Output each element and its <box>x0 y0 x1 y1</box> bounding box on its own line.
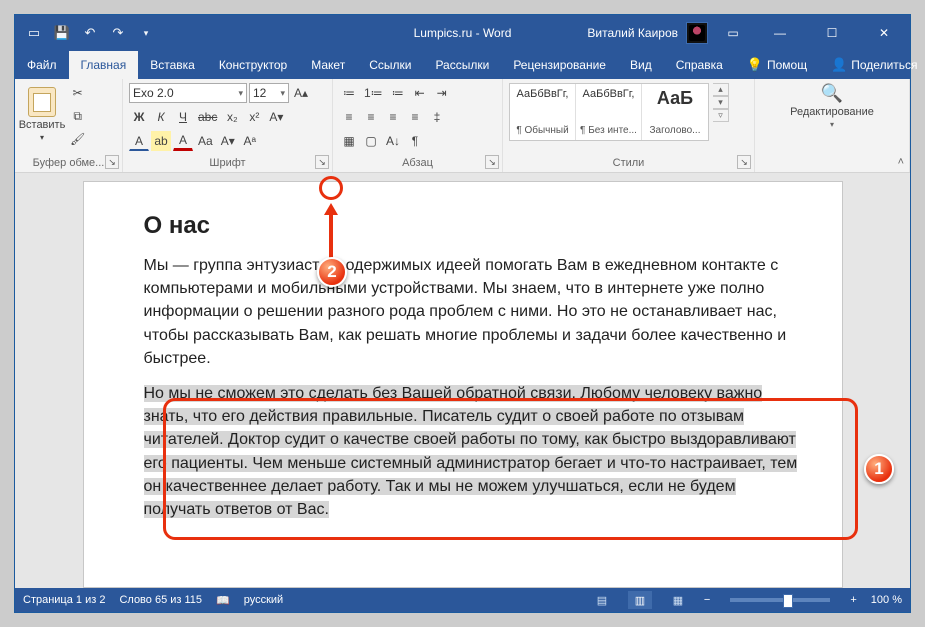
ribbon-tabs: Файл Главная Вставка Конструктор Макет С… <box>15 51 910 79</box>
paragraph-2-selected[interactable]: Но мы не сможем это сделать без Вашей об… <box>144 382 802 521</box>
tab-file[interactable]: Файл <box>15 51 69 79</box>
autosave-icon[interactable]: ▭ <box>23 22 45 44</box>
zoom-level[interactable]: 100 % <box>871 594 902 606</box>
underline-button[interactable]: Ч <box>173 107 193 127</box>
font-color-button[interactable]: A <box>173 131 193 151</box>
redo-icon[interactable]: ↷ <box>107 22 129 44</box>
format-painter-button[interactable]: 🖌 <box>67 129 88 149</box>
multilevel-button[interactable]: ≔ <box>388 83 408 103</box>
search-icon: 🔍 <box>821 83 843 104</box>
change-case-button[interactable]: Aa <box>195 131 216 151</box>
zoom-in-button[interactable]: + <box>850 594 856 606</box>
collapse-ribbon-button[interactable]: ˄ <box>898 156 904 168</box>
borders-button[interactable]: ▢ <box>361 131 381 151</box>
tab-layout[interactable]: Макет <box>299 51 357 79</box>
user-name[interactable]: Виталий Каиров <box>587 26 678 40</box>
save-icon[interactable]: 💾 <box>51 22 73 44</box>
align-center-button[interactable]: ≡ <box>361 107 381 127</box>
line-spacing-button[interactable]: ‡ <box>427 107 447 127</box>
tell-me[interactable]: 💡Помощ <box>735 51 819 79</box>
share-button[interactable]: 👤Поделиться <box>819 51 925 79</box>
shading-button[interactable]: ▦ <box>339 131 359 151</box>
clipboard-dialog-launcher[interactable]: ↘ <box>105 155 119 169</box>
tab-home[interactable]: Главная <box>69 51 139 79</box>
cut-button[interactable]: ✂ <box>67 83 88 103</box>
font-size-combo[interactable]: 12▾ <box>249 83 289 103</box>
copy-button[interactable]: ⧉ <box>67 106 88 126</box>
text-effects-button[interactable]: A▾ <box>266 107 286 127</box>
bold-button[interactable]: Ж <box>129 107 149 127</box>
strike-button[interactable]: abc <box>195 107 220 127</box>
zoom-slider[interactable] <box>730 598 830 602</box>
zoom-out-button[interactable]: − <box>704 594 710 606</box>
title-bar: ▭ 💾 ↶ ↷ ▾ Lumpics.ru - Word Виталий Каир… <box>15 15 910 51</box>
paragraph-1[interactable]: Мы — группа энтузиастов, одержимых идеей… <box>144 254 802 370</box>
styles-gallery[interactable]: АаБбВвГг, ¶ Обычный АаБбВвГг, ¶ Без инте… <box>509 83 709 141</box>
tab-references[interactable]: Ссылки <box>357 51 423 79</box>
group-paragraph-label: Абзац <box>339 155 496 172</box>
close-button[interactable]: ✕ <box>862 15 906 51</box>
user-avatar[interactable] <box>686 22 708 44</box>
ribbon-options-icon[interactable]: ▭ <box>716 15 750 51</box>
window-title: Lumpics.ru - Word <box>414 26 512 40</box>
clear-format-button[interactable]: Aᵃ <box>240 131 260 151</box>
status-language[interactable]: русский <box>244 594 283 606</box>
tab-review[interactable]: Рецензирование <box>501 51 618 79</box>
ribbon: Вставить ▾ ✂ ⧉ 🖌 Буфер обме... ↘ Exo 2.0… <box>15 79 910 173</box>
group-font-label: Шрифт <box>129 155 326 172</box>
group-clipboard-label: Буфер обме... <box>21 155 116 172</box>
maximize-button[interactable]: ☐ <box>810 15 854 51</box>
subscript-button[interactable]: x₂ <box>222 107 242 127</box>
read-mode-button[interactable]: ▤ <box>590 591 614 609</box>
group-styles-label: Стили <box>509 155 748 172</box>
editing-button[interactable]: 🔍 Редактирование ▾ <box>790 83 874 129</box>
align-left-button[interactable]: ≡ <box>339 107 359 127</box>
status-page[interactable]: Страница 1 из 2 <box>23 594 105 606</box>
tab-help[interactable]: Справка <box>664 51 735 79</box>
styles-dialog-launcher[interactable]: ↘ <box>737 155 751 169</box>
font-dialog-launcher[interactable]: ↘ <box>315 155 329 169</box>
paragraph-dialog-launcher[interactable]: ↘ <box>485 155 499 169</box>
style-normal[interactable]: АаБбВвГг, ¶ Обычный <box>510 84 576 140</box>
superscript-button[interactable]: x² <box>244 107 264 127</box>
highlight-button[interactable]: ab <box>151 131 171 151</box>
document-area[interactable]: О нас Мы — группа энтузиастов, одержимых… <box>15 173 910 588</box>
heading[interactable]: О нас <box>144 212 802 240</box>
tab-design[interactable]: Конструктор <box>207 51 299 79</box>
increase-indent-button[interactable]: ⇥ <box>432 83 452 103</box>
sort-button[interactable]: А↓ <box>383 131 403 151</box>
tab-insert[interactable]: Вставка <box>138 51 207 79</box>
styles-gallery-scroll[interactable]: ▴▾▿ <box>713 83 729 122</box>
paste-label: Вставить <box>19 119 66 131</box>
tab-mailings[interactable]: Рассылки <box>423 51 501 79</box>
status-bar: Страница 1 из 2 Слово 65 из 115 📖 русски… <box>15 588 910 612</box>
minimize-button[interactable]: — <box>758 15 802 51</box>
show-marks-button[interactable]: ¶ <box>405 131 425 151</box>
grow-font-button[interactable]: A▴ <box>291 83 311 103</box>
qat-more-icon[interactable]: ▾ <box>135 22 157 44</box>
style-heading1[interactable]: АаБ Заголово... <box>642 84 708 140</box>
clipboard-icon <box>28 87 56 117</box>
align-right-button[interactable]: ≡ <box>383 107 403 127</box>
italic-button[interactable]: К <box>151 107 171 127</box>
font-name-combo[interactable]: Exo 2.0▾ <box>129 83 247 103</box>
tab-view[interactable]: Вид <box>618 51 664 79</box>
bullets-button[interactable]: ≔ <box>339 83 359 103</box>
numbering-button[interactable]: 1≔ <box>361 83 386 103</box>
proofing-icon[interactable]: 📖 <box>216 594 230 607</box>
font-border-button[interactable]: A <box>129 131 149 151</box>
print-layout-button[interactable]: ▥ <box>628 591 652 609</box>
style-no-spacing[interactable]: АаБбВвГг, ¶ Без инте... <box>576 84 642 140</box>
web-layout-button[interactable]: ▦ <box>666 591 690 609</box>
decrease-indent-button[interactable]: ⇤ <box>410 83 430 103</box>
status-words[interactable]: Слово 65 из 115 <box>119 594 202 606</box>
page[interactable]: О нас Мы — группа энтузиастов, одержимых… <box>83 181 843 588</box>
justify-button[interactable]: ≡ <box>405 107 425 127</box>
editing-label: Редактирование <box>790 106 874 118</box>
shrink-font-button[interactable]: A▾ <box>218 131 238 151</box>
undo-icon[interactable]: ↶ <box>79 22 101 44</box>
paste-button[interactable]: Вставить ▾ <box>21 83 63 142</box>
